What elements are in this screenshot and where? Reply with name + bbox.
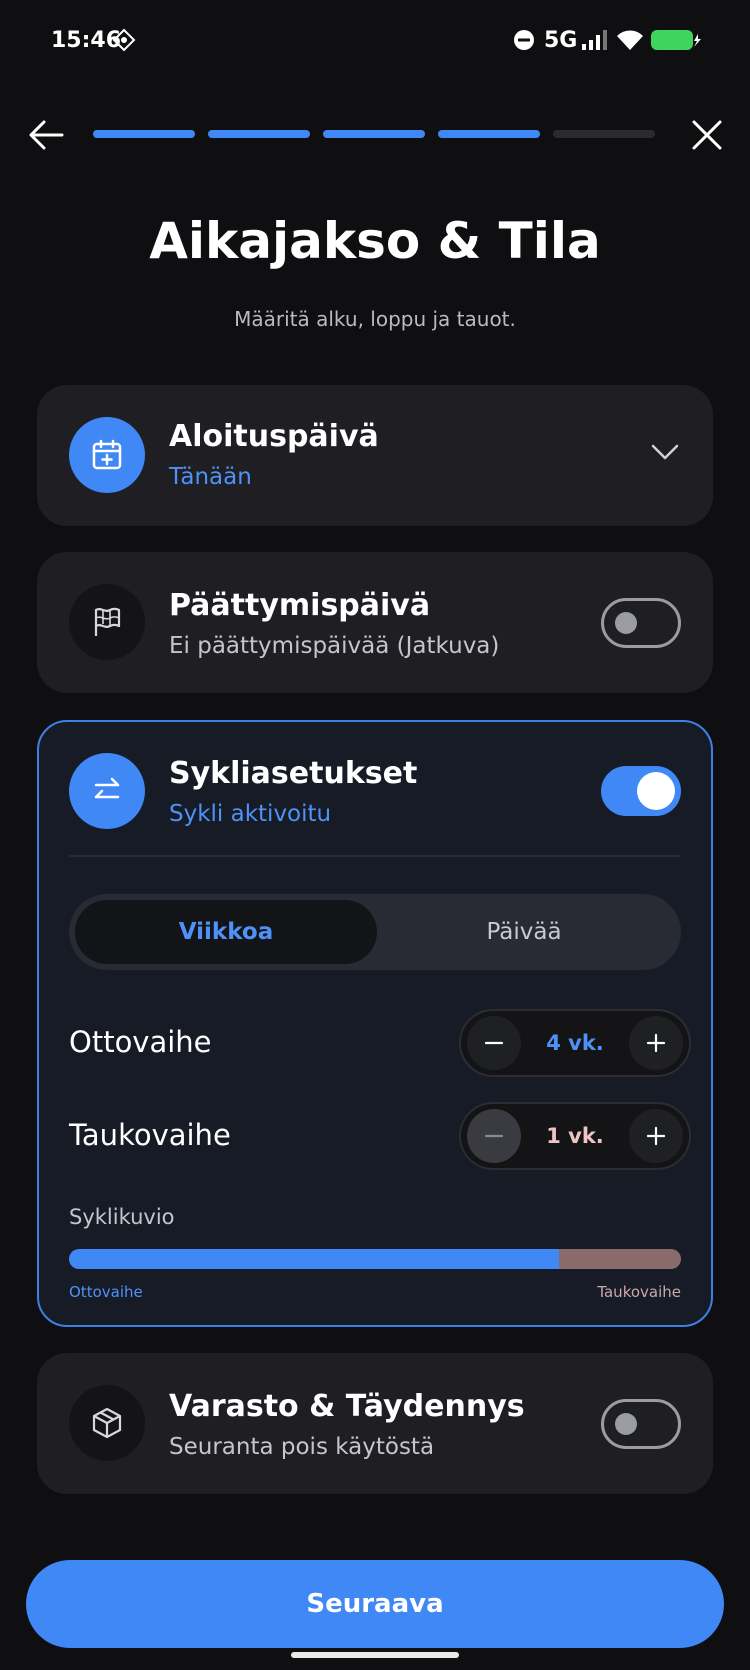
dnd-icon — [512, 28, 536, 56]
start-date-value: Tänään — [169, 464, 252, 490]
package-icon — [69, 1385, 145, 1461]
arrow-left-icon — [29, 120, 64, 150]
swap-arrows-icon — [69, 753, 145, 829]
intake-value: 4 vk. — [546, 1031, 604, 1055]
cycle-card: Sykliasetukset Sykli aktivoitu Viikkoa P… — [37, 720, 713, 1327]
close-icon — [692, 120, 722, 150]
cycle-toggle[interactable] — [601, 766, 681, 816]
progress-step-2 — [208, 130, 310, 138]
cycle-pattern-bar — [69, 1249, 681, 1269]
start-date-title: Aloituspäivä — [169, 419, 379, 454]
tab-days[interactable]: Päivää — [373, 900, 675, 964]
network-label: 5G — [544, 28, 578, 53]
page-title: Aikajakso & Tila — [149, 212, 601, 270]
intake-increase-button[interactable] — [629, 1016, 683, 1070]
chevron-down-icon — [651, 444, 679, 460]
home-indicator[interactable] — [291, 1652, 459, 1658]
status-bar: 15:46 5G — [0, 0, 750, 86]
pattern-pause-label: Taukovaihe — [597, 1283, 681, 1301]
flag-icon — [69, 584, 145, 660]
page-subtitle: Määritä alku, loppu ja tauot. — [234, 307, 516, 331]
wifi-icon — [615, 28, 645, 56]
tab-weeks[interactable]: Viikkoa — [75, 900, 377, 964]
back-button[interactable] — [26, 118, 66, 152]
progress-step-1 — [93, 130, 195, 138]
end-date-card: Päättymispäivä Ei päättymispäivää (Jatku… — [37, 552, 713, 693]
pause-label: Taukovaihe — [69, 1118, 231, 1152]
status-time: 15:46 — [51, 28, 122, 53]
intake-stepper: 4 vk. — [459, 1009, 691, 1077]
divider — [69, 855, 681, 857]
minus-icon — [484, 1134, 504, 1138]
progress-step-5 — [553, 130, 655, 138]
end-date-toggle[interactable] — [601, 598, 681, 648]
progress-step-4 — [438, 130, 540, 138]
cycle-title: Sykliasetukset — [169, 756, 418, 791]
start-date-card[interactable]: Aloituspäivä Tänään — [37, 385, 713, 526]
intake-segment — [69, 1249, 559, 1269]
pattern-label: Syklikuvio — [69, 1205, 175, 1229]
cycle-status: Sykli aktivoitu — [169, 801, 332, 827]
plus-icon — [646, 1126, 666, 1146]
inventory-status: Seuranta pois käytöstä — [169, 1434, 435, 1460]
pause-stepper: 1 vk. — [459, 1102, 691, 1170]
close-button[interactable] — [690, 118, 724, 152]
pattern-intake-label: Ottovaihe — [69, 1283, 143, 1301]
inventory-toggle[interactable] — [601, 1399, 681, 1449]
pause-decrease-button[interactable] — [467, 1109, 521, 1163]
pause-value: 1 vk. — [546, 1124, 604, 1148]
intake-decrease-button[interactable] — [467, 1016, 521, 1070]
pause-segment — [558, 1249, 681, 1269]
end-date-value: Ei päättymispäivää (Jatkuva) — [169, 633, 500, 659]
unit-segmented-control: Viikkoa Päivää — [69, 894, 681, 970]
inventory-card: Varasto & Täydennys Seuranta pois käytös… — [37, 1353, 713, 1494]
plus-icon — [646, 1033, 666, 1053]
calendar-icon — [69, 417, 145, 493]
progress-step-3 — [323, 130, 425, 138]
end-date-title: Päättymispäivä — [169, 588, 431, 623]
inventory-title: Varasto & Täydennys — [169, 1389, 525, 1424]
minus-icon — [484, 1041, 504, 1045]
next-button[interactable]: Seuraava — [26, 1560, 724, 1648]
battery-icon — [650, 28, 702, 56]
intake-label: Ottovaihe — [69, 1025, 212, 1059]
signal-icon — [580, 28, 610, 56]
notification-icon — [112, 28, 136, 56]
pause-increase-button[interactable] — [629, 1109, 683, 1163]
